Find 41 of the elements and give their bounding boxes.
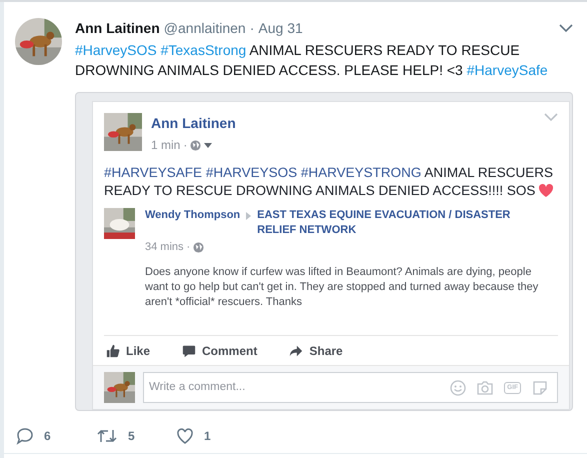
author-handle[interactable]: @annlaitinen (164, 18, 246, 39)
author-name[interactable]: Ann Laitinen (75, 18, 160, 39)
triangle-arrow-icon (246, 212, 252, 220)
thumbs-up-icon (106, 344, 120, 358)
post-text: #HARVEYSAFE #HARVEYSOS #HARVEYSTRONG ANIMAL RESCUERS READY TO RESCUE DROWNING ANIMALS DENIED ACCESS!!!! SOS (104, 164, 554, 200)
chevron-down-icon[interactable] (559, 24, 573, 33)
tweet-action-button[interactable]: 1 (176, 427, 256, 445)
globe-icon (193, 242, 204, 253)
tweet-text: #HarveySOS #TexasStrong ANIMAL RESCUERS READY TO RESCUE DROWNING ANIMALS DENIED ACCESS. PLEASE HELP! <3 #HarveySafe (75, 41, 549, 80)
share-arrow-icon (289, 344, 304, 358)
heart-icon (176, 427, 194, 445)
shared-time[interactable]: 34 mins (145, 239, 184, 256)
poster-name[interactable]: Ann Laitinen (151, 113, 236, 134)
hashtag-link[interactable]: #HARVEYSTRONG (300, 165, 422, 180)
tweet-action-button[interactable]: 5 (96, 427, 176, 445)
globe-icon (190, 140, 202, 150)
hashtag-link[interactable]: #HarveySOS (75, 42, 157, 58)
post-action-button[interactable]: Comment (182, 342, 258, 360)
hashtag-link[interactable]: #HARVEYSOS (206, 165, 298, 180)
post-action-button[interactable]: Like (106, 342, 150, 360)
retweet-icon (96, 427, 118, 445)
tweet-date[interactable]: Aug 31 (258, 18, 303, 39)
camera-icon[interactable] (477, 380, 494, 395)
separator-dot: · (186, 240, 190, 255)
hashtag-link[interactable]: #HarveySafe (466, 62, 548, 78)
separator-dot: · (183, 137, 188, 154)
sticker-icon[interactable] (532, 380, 548, 396)
shared-post-text: Does anyone know if curfew was lifted in Beaumont? Animals are dying, people want to go help but can't get in. They are stopped and turned away because they aren't *official* rescuers. Thanks (145, 264, 540, 310)
hashtag-link[interactable]: #HARVEYSAFE (104, 165, 202, 180)
speech-bubble-icon (16, 427, 34, 445)
group-name[interactable]: EAST TEXAS EQUINE EVACUATION / DISASTER RELIEF NETWORK (257, 208, 518, 238)
sharer-name[interactable]: Wendy Thompson (145, 208, 240, 223)
caret-icon[interactable] (204, 142, 212, 148)
smiley-icon[interactable] (450, 380, 466, 396)
separator-dot: · (250, 19, 254, 38)
tweet-action-button[interactable]: 6 (16, 427, 96, 445)
post-time[interactable]: 1 min (151, 136, 180, 154)
post-action-button[interactable]: Share (289, 342, 343, 360)
heart-icon (539, 184, 554, 197)
hashtag-link[interactable]: #TexasStrong (160, 42, 246, 58)
speech-bubble-icon (182, 344, 196, 358)
